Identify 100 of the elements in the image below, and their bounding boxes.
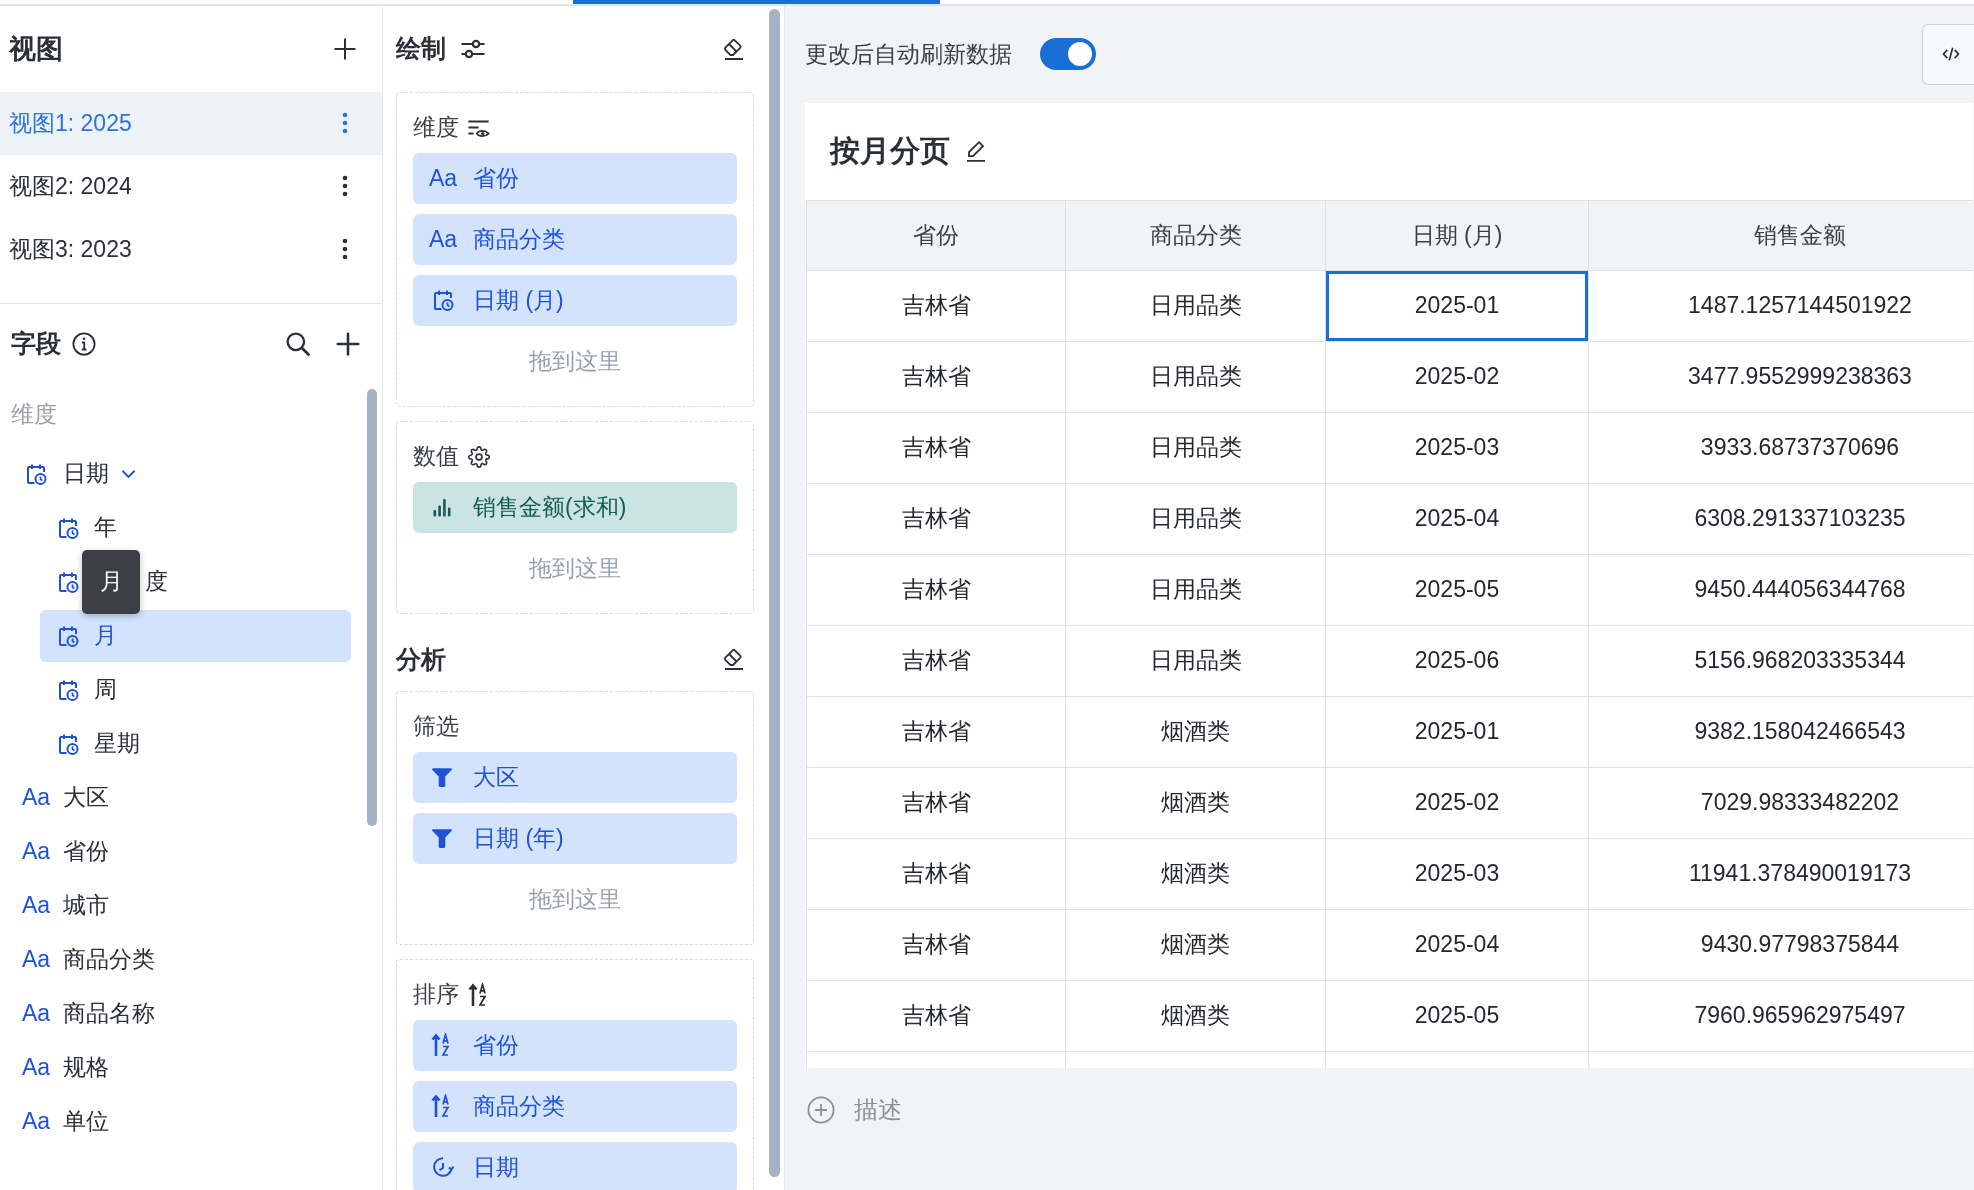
- field-item[interactable]: Aa 大区: [0, 771, 351, 824]
- table-cell[interactable]: 2025-05: [1325, 554, 1589, 625]
- bar-chart-icon: [432, 497, 452, 517]
- field-item[interactable]: 星期: [40, 717, 351, 770]
- table-cell[interactable]: 日用品类: [1065, 341, 1326, 412]
- table-cell[interactable]: 2025-04: [1325, 483, 1589, 554]
- field-item[interactable]: 月: [40, 609, 351, 662]
- more-icon[interactable]: [342, 175, 348, 197]
- plus-circle-icon[interactable]: [807, 1095, 835, 1124]
- type-label: Aa: [22, 894, 51, 917]
- field-item[interactable]: Aa 城市: [0, 879, 351, 932]
- table-cell[interactable]: 2025-02: [1325, 767, 1589, 838]
- field-item[interactable]: Aa 单位: [0, 1095, 351, 1148]
- table-cell[interactable]: 烟酒类: [1065, 696, 1326, 767]
- table-cell[interactable]: 吉林省: [806, 838, 1066, 909]
- panel-title: 绘制: [396, 33, 446, 64]
- type-label: Aa: [22, 786, 51, 809]
- table-cell[interactable]: 烟酒类: [1065, 980, 1326, 1051]
- field-item[interactable]: 度: [145, 566, 168, 597]
- type-label: Aa: [22, 1110, 51, 1133]
- table-cell[interactable]: 日用品类: [1065, 625, 1326, 696]
- info-icon[interactable]: [72, 331, 96, 356]
- scrollbar-thumb[interactable]: [769, 8, 780, 1177]
- field-chip[interactable]: 省份: [413, 1019, 737, 1071]
- table-cell[interactable]: 吉林省: [806, 696, 1066, 767]
- section-title: 筛选: [413, 712, 459, 741]
- pencil-icon[interactable]: [964, 139, 988, 163]
- column-header[interactable]: 销售金额: [1588, 200, 1973, 270]
- view-item[interactable]: 视图1: 2025: [0, 91, 382, 155]
- gear-icon[interactable]: [467, 444, 491, 469]
- eraser-icon[interactable]: [722, 647, 746, 671]
- chevron-icon[interactable]: [121, 468, 136, 479]
- type-label: Aa: [22, 840, 51, 863]
- field-chip[interactable]: 日期: [413, 1141, 737, 1190]
- field-item[interactable]: 周: [40, 663, 351, 716]
- table-cell[interactable]: 日用品类: [1065, 483, 1326, 554]
- table-cell[interactable]: 吉林省: [806, 625, 1066, 696]
- column-header[interactable]: 商品分类: [1065, 200, 1326, 270]
- card-title: 按月分页: [830, 132, 950, 169]
- field-chip[interactable]: 销售金额(求和): [413, 481, 737, 533]
- funnel-icon: [431, 827, 453, 849]
- drop-hint: 拖到这里: [528, 885, 622, 914]
- field-chip[interactable]: Aa 省份: [413, 152, 737, 204]
- drop-hint: 拖到这里: [528, 554, 622, 583]
- views-title: 视图: [9, 32, 63, 66]
- type-label: Aa: [22, 1002, 51, 1025]
- table-cell[interactable]: 2025-05: [1325, 980, 1589, 1051]
- column-header[interactable]: 省份: [806, 200, 1066, 270]
- table-cell[interactable]: 吉林省: [806, 554, 1066, 625]
- section-title: 维度: [413, 113, 459, 142]
- view-item[interactable]: 视图3: 2023: [0, 217, 382, 281]
- table-cell[interactable]: 吉林省: [806, 270, 1066, 341]
- drop-hint: 拖到这里: [528, 347, 622, 376]
- table-cell[interactable]: 2025-01: [1325, 696, 1589, 767]
- panel-title: 分析: [396, 643, 446, 675]
- field-item[interactable]: Aa 省份: [0, 825, 351, 878]
- field-chip[interactable]: Aa 商品分类: [413, 213, 737, 265]
- eraser-icon[interactable]: [722, 36, 746, 61]
- plus-icon[interactable]: [335, 330, 361, 357]
- type-label: Aa: [429, 166, 458, 190]
- table-cell[interactable]: 吉林省: [806, 341, 1066, 412]
- field-item[interactable]: 日期: [0, 447, 351, 500]
- field-chip[interactable]: 日期 (年): [413, 812, 737, 864]
- table-cell[interactable]: 吉林省: [806, 412, 1066, 483]
- search-icon[interactable]: [285, 330, 311, 357]
- scrollbar-thumb[interactable]: [367, 388, 377, 826]
- table-cell[interactable]: 吉林省: [806, 483, 1066, 554]
- plus-icon[interactable]: [333, 36, 357, 61]
- table-cell[interactable]: 烟酒类: [1065, 767, 1326, 838]
- table-cell[interactable]: 烟酒类: [1065, 838, 1326, 909]
- table-cell[interactable]: 2025-03: [1325, 838, 1589, 909]
- type-label: Aa: [22, 948, 51, 971]
- table-cell[interactable]: 吉林省: [806, 767, 1066, 838]
- field-chip[interactable]: 商品分类: [413, 1080, 737, 1132]
- field-item[interactable]: Aa 商品分类: [0, 933, 351, 986]
- table-cell[interactable]: 日用品类: [1065, 554, 1326, 625]
- section-title: 数值: [413, 442, 459, 471]
- table-cell[interactable]: 2025-02: [1325, 341, 1589, 412]
- table-cell[interactable]: 2025-01: [1325, 270, 1589, 341]
- auto-refresh-label: 更改后自动刷新数据: [805, 39, 1012, 69]
- field-item[interactable]: Aa 商品名称: [0, 987, 351, 1040]
- section-title: 排序: [413, 980, 459, 1009]
- tooltip: 月: [82, 549, 140, 614]
- field-chip[interactable]: 大区: [413, 751, 737, 803]
- table-cell[interactable]: 日用品类: [1065, 270, 1326, 341]
- table-cell[interactable]: 烟酒类: [1065, 909, 1326, 980]
- column-header[interactable]: 日期 (月): [1325, 200, 1589, 270]
- funnel-icon: [431, 766, 453, 788]
- more-icon[interactable]: [342, 238, 348, 260]
- table-cell[interactable]: 2025-06: [1325, 625, 1589, 696]
- table-cell[interactable]: 2025-04: [1325, 909, 1589, 980]
- table-cell[interactable]: 吉林省: [806, 909, 1066, 980]
- field-chip[interactable]: 日期 (月): [413, 274, 737, 326]
- table-cell[interactable]: 日用品类: [1065, 412, 1326, 483]
- group-label: 维度: [10, 400, 58, 429]
- table-cell[interactable]: 吉林省: [806, 980, 1066, 1051]
- field-item[interactable]: Aa 规格: [0, 1041, 351, 1094]
- table-cell[interactable]: 2025-03: [1325, 412, 1589, 483]
- view-item[interactable]: 视图2: 2024: [0, 154, 382, 218]
- toggle-switch[interactable]: [1040, 38, 1096, 70]
